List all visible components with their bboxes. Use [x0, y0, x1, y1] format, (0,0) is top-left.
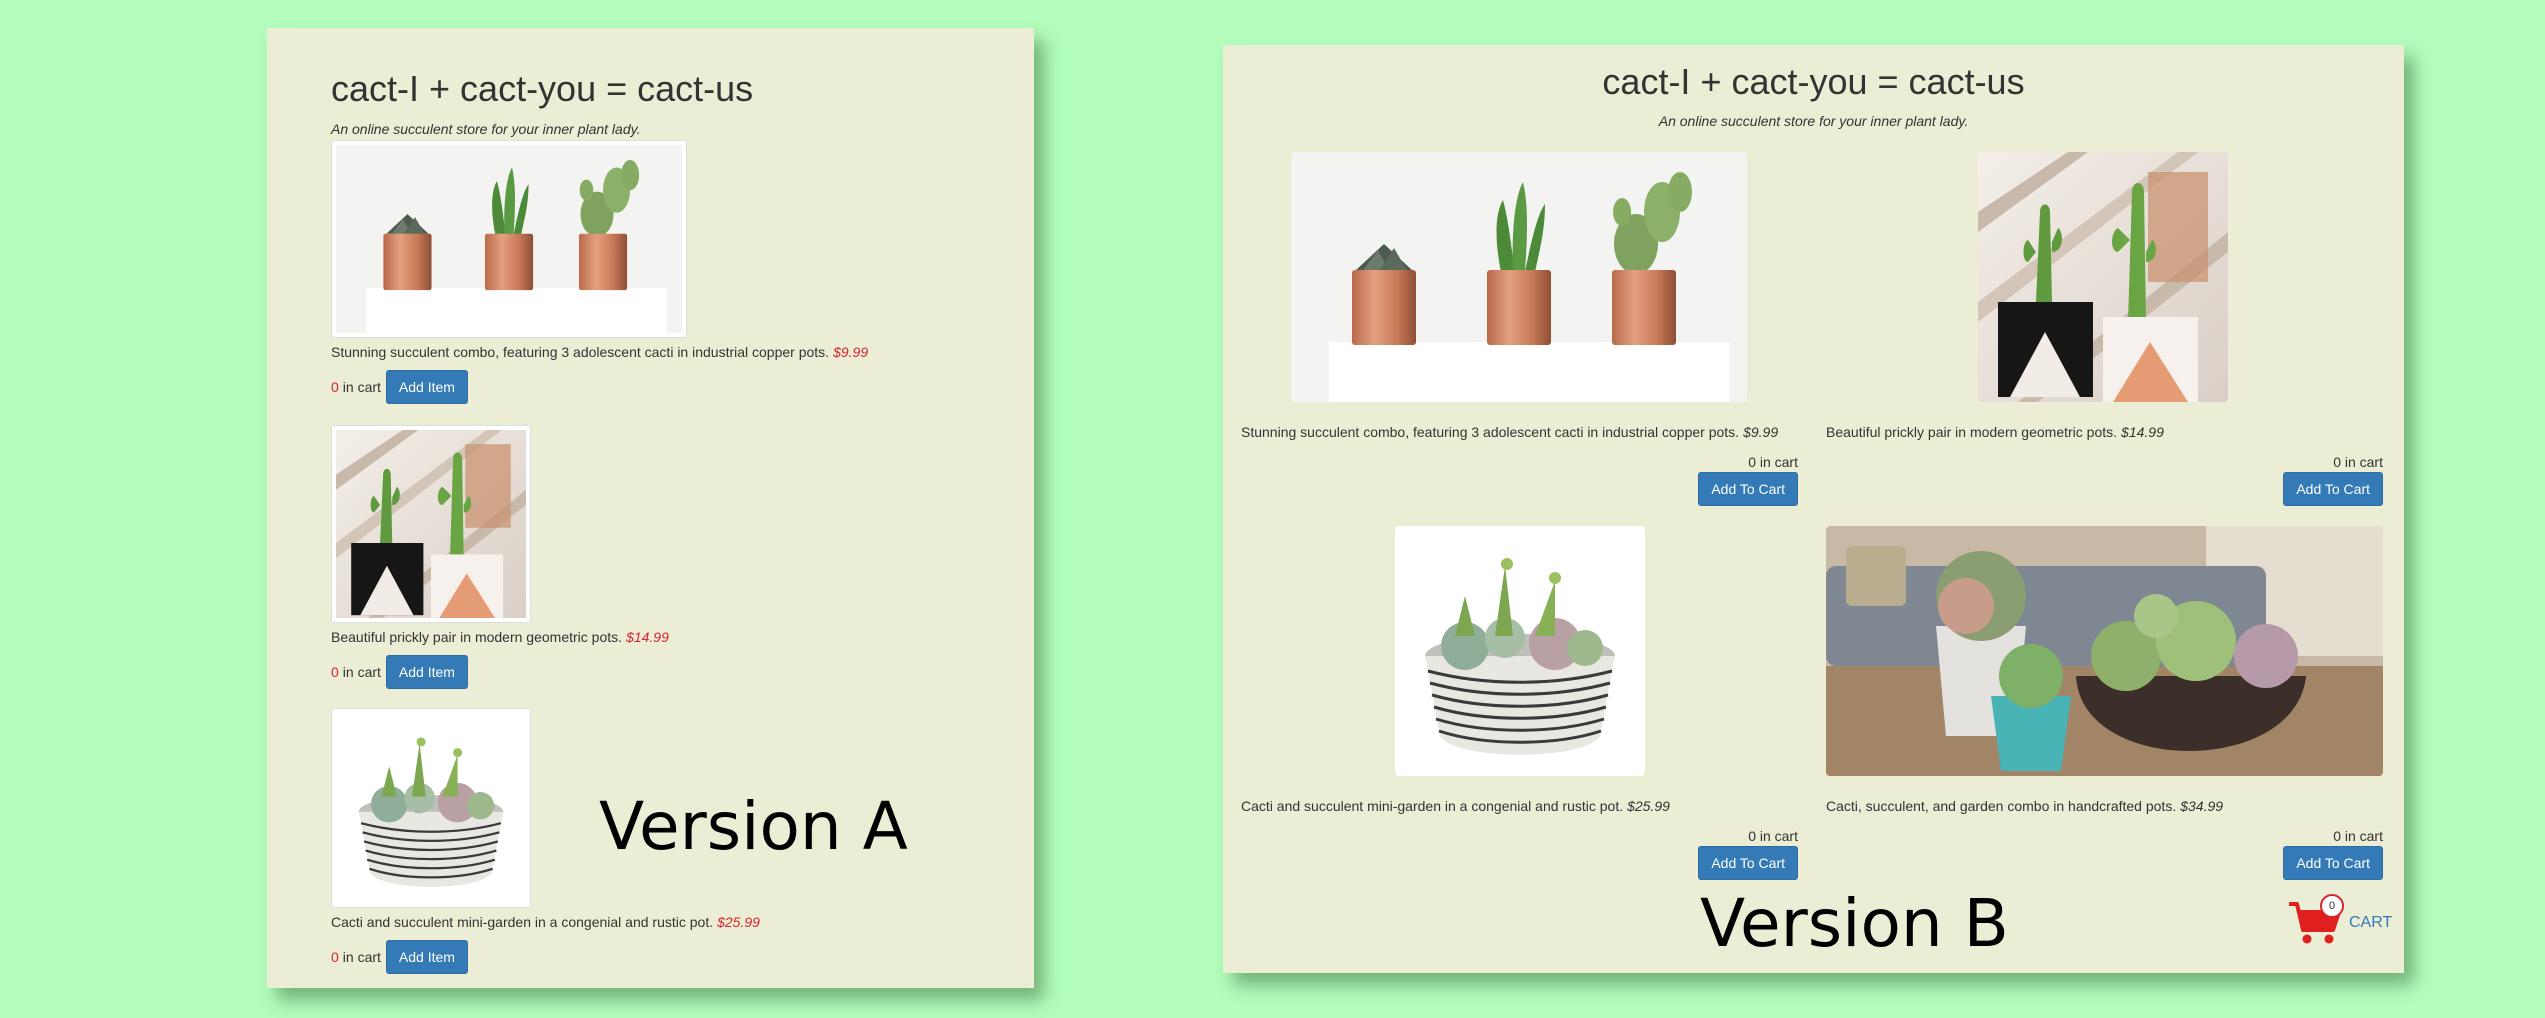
cart-badge: 0: [2320, 894, 2344, 918]
cart-count: 0: [331, 379, 339, 395]
cart-count: 0 in cart: [1748, 454, 1798, 470]
page-subtitle: An online succulent store for your inner…: [1658, 113, 1969, 129]
product-image-mini-garden[interactable]: [1395, 526, 1645, 776]
product-image-copper-pots[interactable]: [1291, 152, 1747, 402]
product-image-geometric-pots[interactable]: [1978, 152, 2228, 402]
cart-label[interactable]: CART: [2349, 914, 2392, 932]
page-title: cact-I + cact-you = cact-us: [331, 68, 754, 109]
product-price: $9.99: [1743, 424, 1779, 440]
cart-row: 0 in cart Add Item: [331, 370, 868, 404]
product-price: $14.99: [626, 629, 669, 645]
product-description: Stunning succulent combo, featuring 3 ad…: [331, 344, 869, 360]
product-image-geometric-pots[interactable]: [331, 425, 531, 623]
add-to-cart-button[interactable]: Add To Cart: [2283, 846, 2383, 880]
cart-row: 0 in cart Add Item: [331, 655, 669, 689]
shopping-cart-icon[interactable]: 0: [2287, 894, 2344, 946]
cart-count: 0 in cart: [1748, 828, 1798, 844]
product-item: Stunning succulent combo, featuring 3 ad…: [331, 140, 868, 404]
cart-count-label: in cart: [342, 949, 381, 965]
cart-count-label: in cart: [342, 664, 381, 680]
product-item: Beautiful prickly pair in modern geometr…: [331, 425, 669, 689]
product-description: Cacti, succulent, and garden combo in ha…: [1826, 798, 2224, 814]
add-to-cart-button[interactable]: Add To Cart: [1698, 472, 1798, 506]
cart-count: 0: [331, 664, 339, 680]
product-description: Beautiful prickly pair in modern geometr…: [331, 629, 669, 645]
version-b-panel: cact-I + cact-you = cact-us An online su…: [1223, 45, 2404, 973]
product-price: $14.99: [2121, 424, 2164, 440]
product-price: $9.99: [833, 344, 869, 360]
product-price: $25.99: [717, 914, 760, 930]
add-to-cart-button[interactable]: Add To Cart: [1698, 846, 1798, 880]
version-b-label: Version B: [1700, 885, 2009, 962]
version-a-panel: cact-I + cact-you = cact-us An online su…: [267, 28, 1034, 988]
product-image-living-room[interactable]: [1826, 526, 2383, 776]
cart-row: 0 in cart Add Item: [331, 940, 760, 974]
cart-count: 0 in cart: [2333, 828, 2383, 844]
product-price: $34.99: [2180, 798, 2224, 814]
product-description: Stunning succulent combo, featuring 3 ad…: [1241, 424, 1779, 440]
add-item-button[interactable]: Add Item: [385, 655, 468, 689]
cart-link[interactable]: 0 CART: [2287, 894, 2392, 946]
product-card: Stunning succulent combo, featuring 3 ad…: [1241, 152, 1798, 512]
add-item-button[interactable]: Add Item: [385, 940, 468, 974]
add-item-button[interactable]: Add Item: [385, 370, 468, 404]
cart-count: 0 in cart: [2333, 454, 2383, 470]
product-description: Beautiful prickly pair in modern geometr…: [1826, 424, 2164, 440]
product-card: Beautiful prickly pair in modern geometr…: [1826, 152, 2383, 512]
product-description: Cacti and succulent mini-garden in a con…: [331, 914, 760, 930]
add-to-cart-button[interactable]: Add To Cart: [2283, 472, 2383, 506]
version-a-label: Version A: [599, 788, 908, 865]
product-card: Cacti, succulent, and garden combo in ha…: [1826, 526, 2383, 886]
cart-count: 0: [331, 949, 339, 965]
page-subtitle: An online succulent store for your inner…: [331, 121, 641, 137]
product-image-mini-garden[interactable]: [331, 708, 531, 908]
product-description: Cacti and succulent mini-garden in a con…: [1241, 798, 1670, 814]
cart-count-label: in cart: [342, 379, 381, 395]
product-image-copper-pots[interactable]: [331, 140, 687, 338]
page-title: cact-I + cact-you = cact-us: [1602, 61, 2025, 102]
product-card: Cacti and succulent mini-garden in a con…: [1241, 526, 1798, 886]
product-price: $25.99: [1627, 798, 1670, 814]
